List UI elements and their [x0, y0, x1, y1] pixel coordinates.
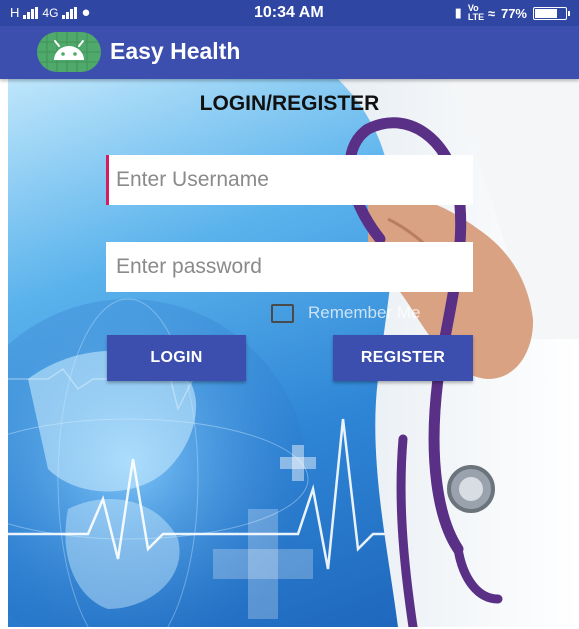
signal-icon — [62, 6, 78, 19]
page-title-text: LOGIN/REGISTER — [199, 92, 380, 115]
password-input[interactable] — [106, 242, 473, 292]
status-right: ▮ Vo LTE ≈ 77% — [454, 3, 570, 22]
screen: H 4G ● 10:34 AM ▮ Vo LTE ≈ 77% Easy Heal… — [0, 0, 579, 629]
battery-icon — [533, 6, 570, 20]
remember-me-checkbox[interactable] — [271, 303, 294, 323]
remember-me-label: Remember Me — [308, 303, 421, 322]
app-title: Easy Health — [110, 38, 241, 64]
carrier-text: H — [10, 5, 20, 20]
login-button[interactable]: LOGIN — [107, 335, 246, 381]
sim-icon: ● — [81, 4, 91, 21]
android-icon — [37, 32, 101, 72]
vibrate-icon: ▮ — [454, 5, 462, 20]
status-bar: H 4G ● 10:34 AM ▮ Vo LTE ≈ 77% — [0, 0, 579, 26]
register-button[interactable]: REGISTER — [333, 335, 473, 381]
username-input[interactable] — [106, 155, 473, 205]
network-type-text: 4G — [42, 5, 59, 20]
app-bar: Easy Health — [0, 26, 579, 79]
status-left: H 4G ● — [10, 4, 90, 21]
battery-percent: 77% — [500, 5, 527, 21]
volte-text: Vo LTE — [467, 3, 485, 22]
battery-fill — [535, 8, 557, 18]
remember-me-row[interactable]: Remember Me — [271, 303, 420, 323]
clock: 10:34 AM — [254, 4, 324, 21]
signal-icon — [23, 6, 39, 19]
page-title: LOGIN/REGISTER — [0, 92, 579, 116]
wifi-icon: ≈ — [487, 5, 495, 21]
